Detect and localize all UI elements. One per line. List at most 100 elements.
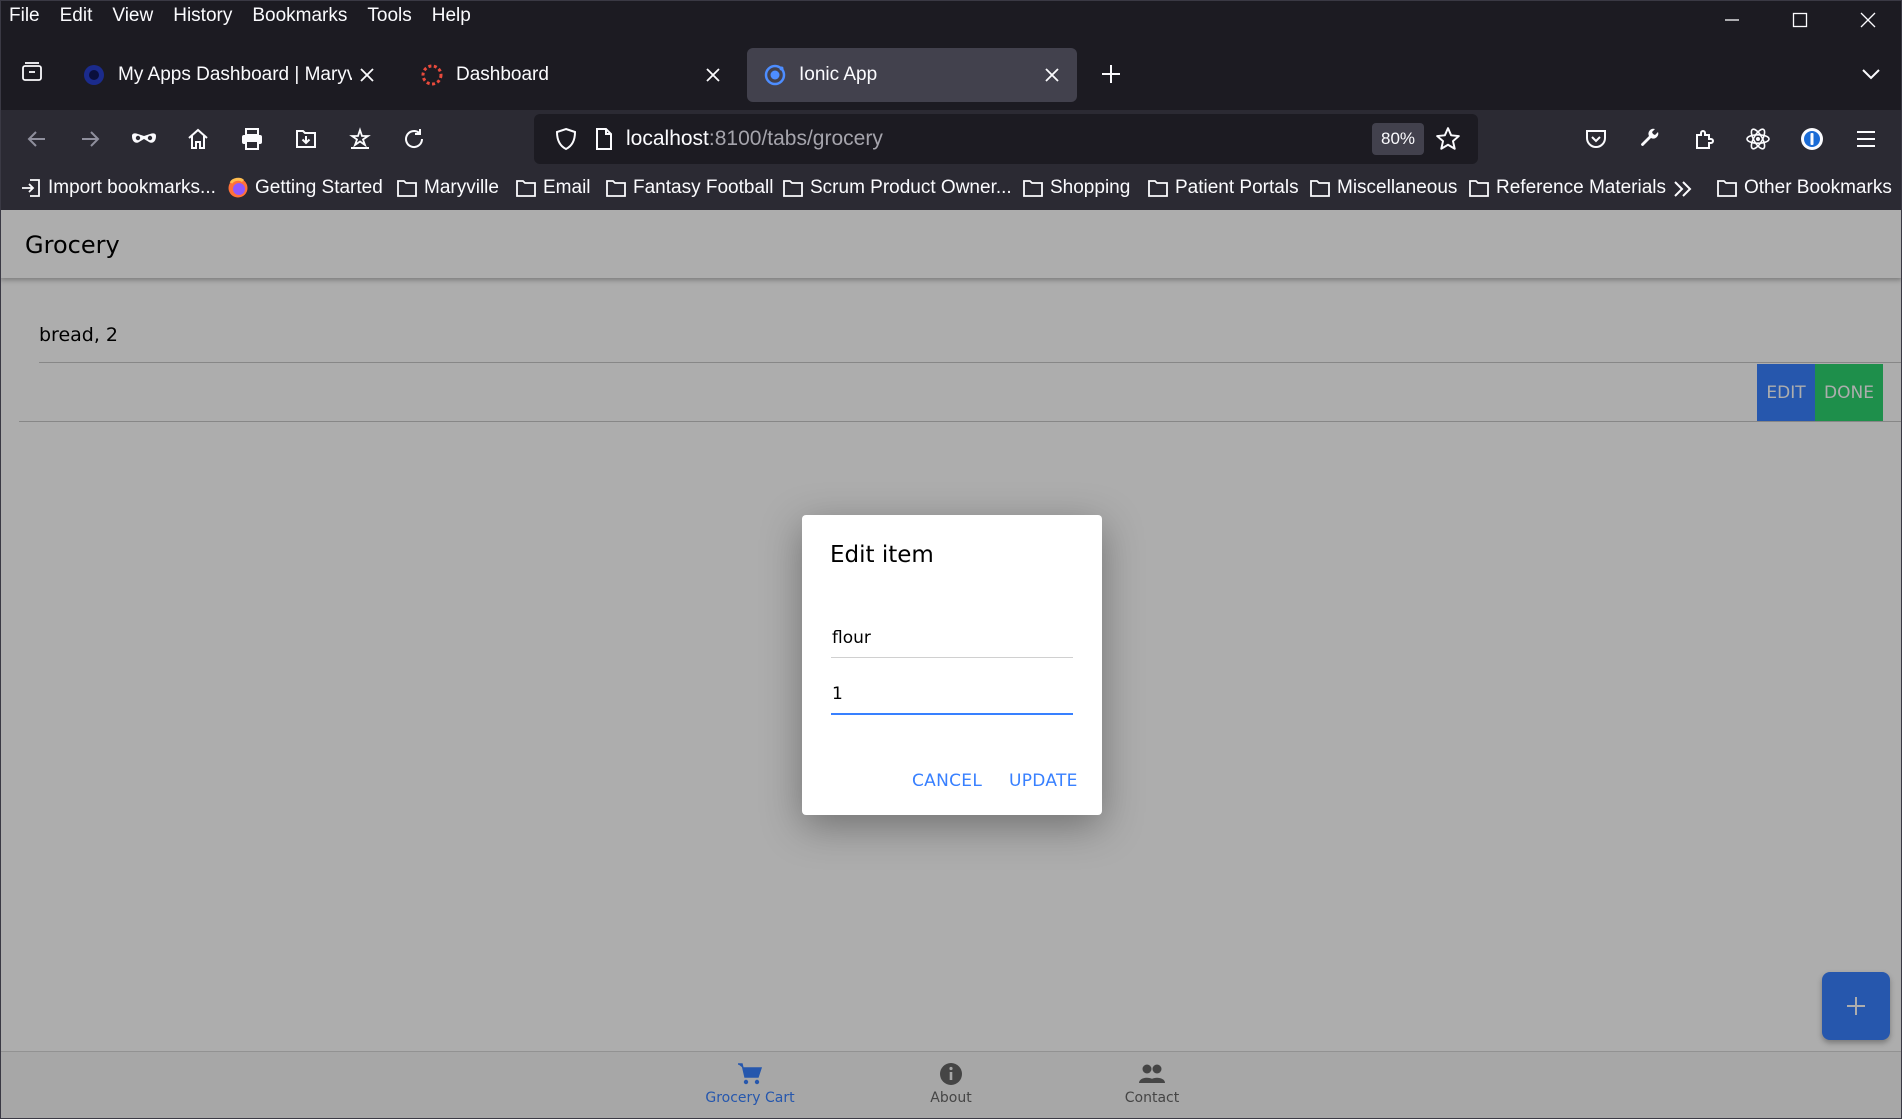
- star-tray-icon: [349, 127, 371, 149]
- bookmark-getting-started[interactable]: Getting Started: [227, 177, 383, 199]
- save-to-downloads-button[interactable]: [288, 121, 324, 157]
- bookmark-label: Getting Started: [255, 177, 383, 198]
- tab-close-button[interactable]: [1037, 60, 1067, 90]
- bookmark-folder-fantasy-football[interactable]: Fantasy Football: [605, 177, 773, 199]
- printer-icon: [242, 128, 262, 150]
- menu-tools[interactable]: Tools: [367, 5, 411, 27]
- url-path: :8100/tabs/grocery: [708, 127, 883, 150]
- bookmark-folder-reference-materials[interactable]: Reference Materials: [1468, 177, 1666, 199]
- new-tab-button[interactable]: [1094, 57, 1128, 91]
- cancel-button[interactable]: CANCEL: [912, 771, 982, 791]
- bookmark-label: Reference Materials: [1496, 177, 1667, 198]
- app-menu-button[interactable]: [1848, 121, 1884, 157]
- forward-button[interactable]: [72, 121, 108, 157]
- arrow-right-icon: [82, 131, 100, 147]
- bookmark-page-button[interactable]: [1430, 121, 1466, 157]
- firefox-view-button[interactable]: [14, 54, 50, 90]
- page-icon: [596, 128, 612, 150]
- react-icon: [1746, 128, 1770, 150]
- extensions-button[interactable]: [1686, 121, 1722, 157]
- menu-history[interactable]: History: [173, 5, 232, 27]
- back-button[interactable]: [19, 121, 55, 157]
- menu-bookmarks[interactable]: Bookmarks: [252, 5, 347, 27]
- bookmark-label: Miscellaneous: [1337, 177, 1458, 198]
- folder-icon: [1310, 180, 1330, 197]
- folder-icon: [1469, 180, 1489, 197]
- menu-bar: File Edit View History Bookmarks Tools H…: [0, 0, 1902, 32]
- window-controls: [1698, 0, 1902, 40]
- folder-icon: [606, 180, 626, 197]
- menu-help[interactable]: Help: [432, 5, 471, 27]
- url-bar[interactable]: localhost:8100/tabs/grocery 80%: [534, 114, 1478, 164]
- reload-button[interactable]: [396, 121, 432, 157]
- maximize-button[interactable]: [1766, 0, 1834, 40]
- ionic-icon: [764, 64, 786, 86]
- private-browsing-button[interactable]: [126, 121, 162, 157]
- folder-icon: [783, 180, 803, 197]
- close-icon: [1860, 12, 1876, 28]
- item-name-input[interactable]: [831, 618, 1073, 658]
- bookmark-folder-miscellaneous[interactable]: Miscellaneous: [1309, 177, 1457, 199]
- hamburger-icon: [1857, 131, 1875, 147]
- bookmark-label: Shopping: [1050, 177, 1131, 198]
- folder-icon: [1717, 180, 1737, 197]
- folder-icon: [397, 180, 417, 197]
- list-all-tabs-button[interactable]: [1854, 57, 1888, 91]
- import-icon: [22, 179, 40, 197]
- bookmarks-overflow-button[interactable]: [1672, 179, 1700, 199]
- bookmark-label: Other Bookmarks: [1744, 177, 1892, 198]
- bookmark-label: Import bookmarks...: [48, 177, 216, 198]
- menu-edit[interactable]: Edit: [60, 5, 93, 27]
- tab-dashboard[interactable]: Dashboard: [404, 48, 738, 102]
- bookmark-folder-other[interactable]: Other Bookmarks: [1716, 177, 1892, 199]
- shield-icon: [555, 127, 577, 151]
- item-quantity-input[interactable]: [831, 675, 1073, 715]
- tab-close-button[interactable]: [352, 60, 382, 90]
- tab-my-apps-dashboard[interactable]: My Apps Dashboard | Maryville: [66, 48, 392, 102]
- bookmark-folder-shopping[interactable]: Shopping: [1022, 177, 1130, 199]
- bookmark-folder-patient-portals[interactable]: Patient Portals: [1147, 177, 1299, 199]
- firefox-icon: [228, 177, 248, 198]
- print-button[interactable]: [234, 121, 270, 157]
- react-devtools-button[interactable]: [1740, 121, 1776, 157]
- tab-title: Ionic App: [799, 64, 878, 85]
- bookmark-import[interactable]: Import bookmarks...: [20, 177, 216, 199]
- menu-file[interactable]: File: [9, 5, 40, 27]
- bookmark-label: Email: [543, 177, 591, 198]
- arrow-left-icon: [27, 131, 45, 147]
- bookmark-folder-maryville[interactable]: Maryville: [396, 177, 499, 199]
- minimize-button[interactable]: [1698, 0, 1766, 40]
- close-window-button[interactable]: [1834, 0, 1902, 40]
- close-icon: [1045, 68, 1059, 82]
- dialog-title: Edit item: [830, 542, 934, 568]
- developer-tools-button[interactable]: [1632, 121, 1668, 157]
- site-info-button[interactable]: [586, 121, 622, 157]
- star-icon: [1436, 127, 1460, 150]
- reload-icon: [405, 129, 424, 148]
- minimize-icon: [1725, 19, 1739, 21]
- menu-view[interactable]: View: [112, 5, 153, 27]
- tab-strip: My Apps Dashboard | Maryville Dashboard …: [0, 40, 1902, 110]
- close-icon: [706, 68, 720, 82]
- okta-icon: [84, 65, 104, 85]
- bookmark-label: Maryville: [424, 177, 499, 198]
- tab-ionic-app[interactable]: Ionic App: [747, 48, 1077, 102]
- url-text[interactable]: localhost:8100/tabs/grocery: [626, 127, 883, 151]
- bookmark-folder-email[interactable]: Email: [515, 177, 591, 199]
- pocket-button[interactable]: [1578, 121, 1614, 157]
- bookmark-label: Patient Portals: [1175, 177, 1299, 198]
- bookmark-folder-scrum[interactable]: Scrum Product Owner...: [782, 177, 1012, 199]
- tracking-protection-button[interactable]: [548, 121, 584, 157]
- navigation-toolbar: localhost:8100/tabs/grocery 80%: [0, 110, 1902, 168]
- folder-icon: [1023, 180, 1043, 197]
- zoom-indicator[interactable]: 80%: [1372, 123, 1424, 155]
- update-button[interactable]: UPDATE: [1009, 771, 1078, 791]
- bookmarks-menu-button[interactable]: [342, 121, 378, 157]
- page-content: Grocery bread, 2 EDIT DONE Grocery Cart …: [0, 210, 1902, 1119]
- pocket-icon: [1586, 130, 1606, 148]
- home-button[interactable]: [180, 121, 216, 157]
- bookmarks-toolbar: Import bookmarks... Getting Started Mary…: [0, 168, 1902, 210]
- tab-close-button[interactable]: [698, 60, 728, 90]
- plus-icon: [1102, 65, 1120, 83]
- password-manager-button[interactable]: [1794, 121, 1830, 157]
